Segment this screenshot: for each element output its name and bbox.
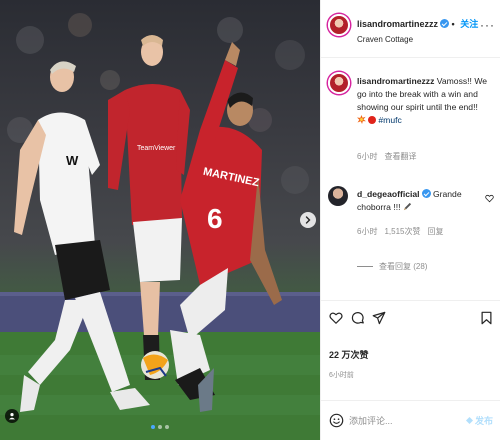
diamond-icon [465, 417, 473, 424]
svg-text:W: W [66, 153, 79, 168]
pencil-emoji [403, 202, 412, 211]
comment-item: d_degeaofficial Grande choborra !!! 6小时 1… [328, 186, 498, 246]
football [141, 351, 169, 379]
post-image[interactable]: W TeamViewer MARTINEZ 6 [0, 0, 320, 440]
tagged-users-button[interactable] [5, 409, 19, 423]
verified-badge-icon [421, 189, 431, 198]
carousel-dot [165, 425, 169, 429]
more-horizontal-icon[interactable]: ··· [480, 18, 495, 32]
jersey-number: 6 [207, 203, 223, 234]
action-bar: 22 万次赞 6小时前 [321, 300, 500, 400]
caption-text: lisandromartinezzz Vamoss!! We go into t… [357, 75, 497, 127]
comment-likes[interactable]: 1,515次赞 [384, 227, 420, 236]
football-match-photo: W TeamViewer MARTINEZ 6 [0, 13, 320, 440]
comment-username[interactable]: d_degeaofficial [357, 189, 420, 199]
post-sidebar: lisandromartinezzz • 关注 Craven Cottage ·… [320, 0, 500, 440]
follow-button[interactable]: 关注 [460, 19, 478, 29]
avatar[interactable] [328, 72, 350, 94]
comment-icon[interactable] [351, 311, 365, 325]
post-comment-button[interactable]: 发布 [465, 414, 493, 427]
comment-input[interactable] [349, 413, 459, 429]
carousel-dot [158, 425, 162, 429]
carousel-dot [151, 425, 155, 429]
post-header: lisandromartinezzz • 关注 Craven Cottage ·… [321, 0, 500, 58]
chevron-right-icon [305, 216, 311, 224]
view-replies-link[interactable]: 查看回复 (28) [357, 261, 427, 272]
post-comment-label[interactable]: 发布 [475, 414, 493, 427]
likes-count[interactable]: 22 万次赞 [329, 348, 369, 361]
user-icon [9, 413, 15, 420]
translate-link[interactable]: 查看翻译 [384, 152, 416, 161]
heart-icon[interactable] [329, 311, 343, 325]
post-author: lisandromartinezzz • 关注 [357, 19, 479, 29]
hashtag-link[interactable]: #mufc [378, 115, 401, 125]
comment-like-heart-icon[interactable] [485, 194, 494, 203]
caption-username[interactable]: lisandromartinezzz [357, 76, 434, 86]
comment-meta: 6小时 1,515次赞 回复 [357, 226, 443, 237]
divider [357, 266, 373, 267]
share-icon[interactable] [372, 311, 386, 325]
bookmark-icon[interactable] [480, 311, 493, 325]
username-link[interactable]: lisandromartinezzz [357, 19, 438, 29]
next-image-button[interactable] [300, 212, 316, 228]
verified-badge-icon [440, 19, 450, 28]
comment-composer: 发布 [321, 400, 500, 440]
sponsor-text: TeamViewer [137, 145, 176, 152]
avatar[interactable] [328, 14, 350, 36]
carousel-indicator [151, 425, 169, 429]
comment-text: d_degeaofficial Grande choborra !!! [357, 188, 485, 214]
caption-time: 6小时 [357, 152, 378, 161]
view-replies-label[interactable]: 查看回复 (28) [379, 262, 427, 271]
post-time: 6小时前 [329, 372, 354, 379]
comment-time: 6小时 [357, 227, 378, 236]
emoji-smile-icon[interactable] [329, 413, 344, 428]
avatar[interactable] [328, 186, 348, 206]
location-link[interactable]: Craven Cottage [357, 35, 413, 44]
caption-meta: 6小时 查看翻译 [357, 151, 416, 162]
red-circle-emoji [368, 116, 376, 124]
reply-button[interactable]: 回复 [427, 227, 443, 236]
collision-emoji [357, 115, 366, 124]
